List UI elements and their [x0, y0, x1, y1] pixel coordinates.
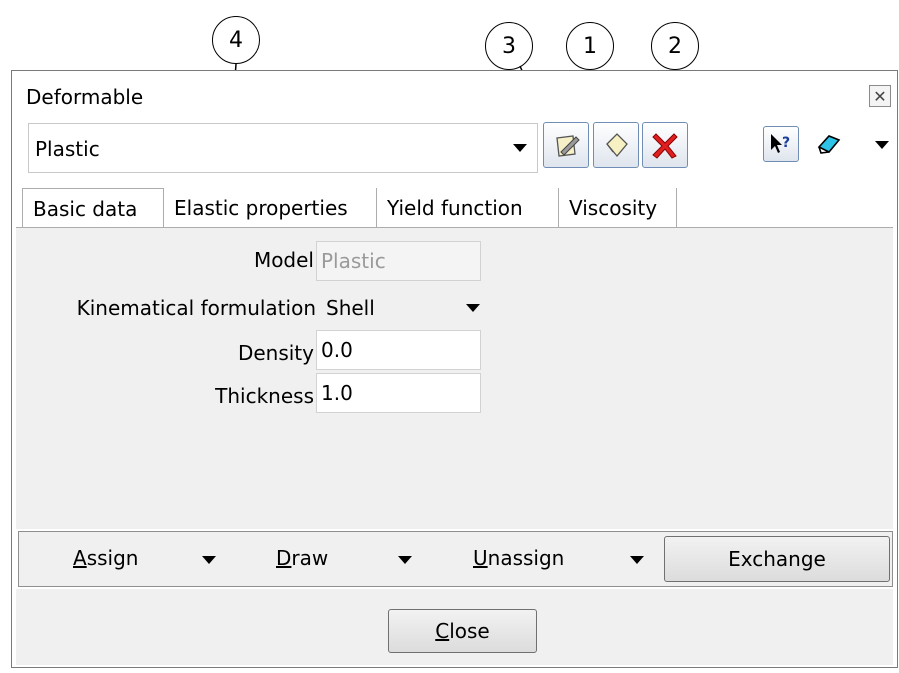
draw-menu[interactable]: Draw — [276, 546, 328, 570]
chevron-down-icon — [466, 304, 480, 312]
title-bar: Deformable ✕ — [12, 71, 897, 113]
callout-1: 1 — [566, 22, 614, 70]
delete-material-button[interactable] — [642, 122, 688, 168]
window-title: Deformable — [26, 85, 144, 109]
rename-material-button[interactable] — [543, 122, 589, 168]
unassign-menu[interactable]: Unassign — [473, 546, 564, 570]
tab-viscosity[interactable]: Viscosity — [559, 188, 677, 228]
eraser-button[interactable] — [812, 128, 846, 162]
callout-3: 3 — [485, 22, 533, 70]
thickness-field[interactable]: 1.0 — [316, 373, 481, 413]
draw-dropdown-icon[interactable] — [398, 556, 412, 564]
unassign-dropdown-icon[interactable] — [630, 556, 644, 564]
tab-basic-data[interactable]: Basic data — [22, 188, 164, 230]
assign-dropdown-icon[interactable] — [202, 556, 216, 564]
basic-data-panel: Model Plastic Kinematical formulation Sh… — [16, 227, 893, 529]
thickness-label: Thickness — [215, 384, 314, 408]
new-material-icon — [606, 133, 628, 158]
eraser-icon — [817, 135, 841, 154]
chevron-down-icon — [513, 144, 527, 152]
close-button[interactable]: Close — [388, 609, 537, 653]
new-material-button[interactable] — [593, 122, 639, 168]
kinematical-formulation-value: Shell — [326, 296, 375, 320]
model-label: Model — [253, 248, 314, 272]
delete-icon — [652, 133, 678, 159]
more-options-dropdown-icon[interactable] — [875, 141, 889, 149]
dialog-footer: Close — [16, 589, 893, 665]
rename-icon — [556, 135, 580, 157]
density-label: Density — [237, 341, 314, 365]
density-field[interactable]: 0.0 — [316, 330, 481, 370]
help-pointer-icon: ? — [771, 134, 790, 153]
exchange-button[interactable]: Exchange — [664, 536, 890, 582]
deformable-window: Deformable ✕ Plastic ? Basic data Elasti… — [11, 70, 898, 668]
tab-yield-function[interactable]: Yield function — [377, 188, 559, 228]
close-window-icon[interactable]: ✕ — [869, 85, 891, 107]
context-help-button[interactable]: ? — [763, 126, 799, 162]
kinematical-formulation-select[interactable]: Shell — [316, 288, 486, 324]
svg-text:?: ? — [782, 135, 790, 151]
kinematical-formulation-label: Kinematical formulation — [76, 296, 316, 320]
assignment-action-bar: Assign Draw Unassign Exchange — [18, 531, 893, 587]
callout-2: 2 — [651, 22, 699, 70]
material-select[interactable]: Plastic — [28, 123, 538, 173]
model-field: Plastic — [316, 241, 481, 281]
assign-menu[interactable]: Assign — [73, 546, 138, 570]
tab-elastic-properties[interactable]: Elastic properties — [164, 188, 377, 228]
material-select-value: Plastic — [35, 137, 100, 161]
callout-4: 4 — [212, 16, 260, 64]
